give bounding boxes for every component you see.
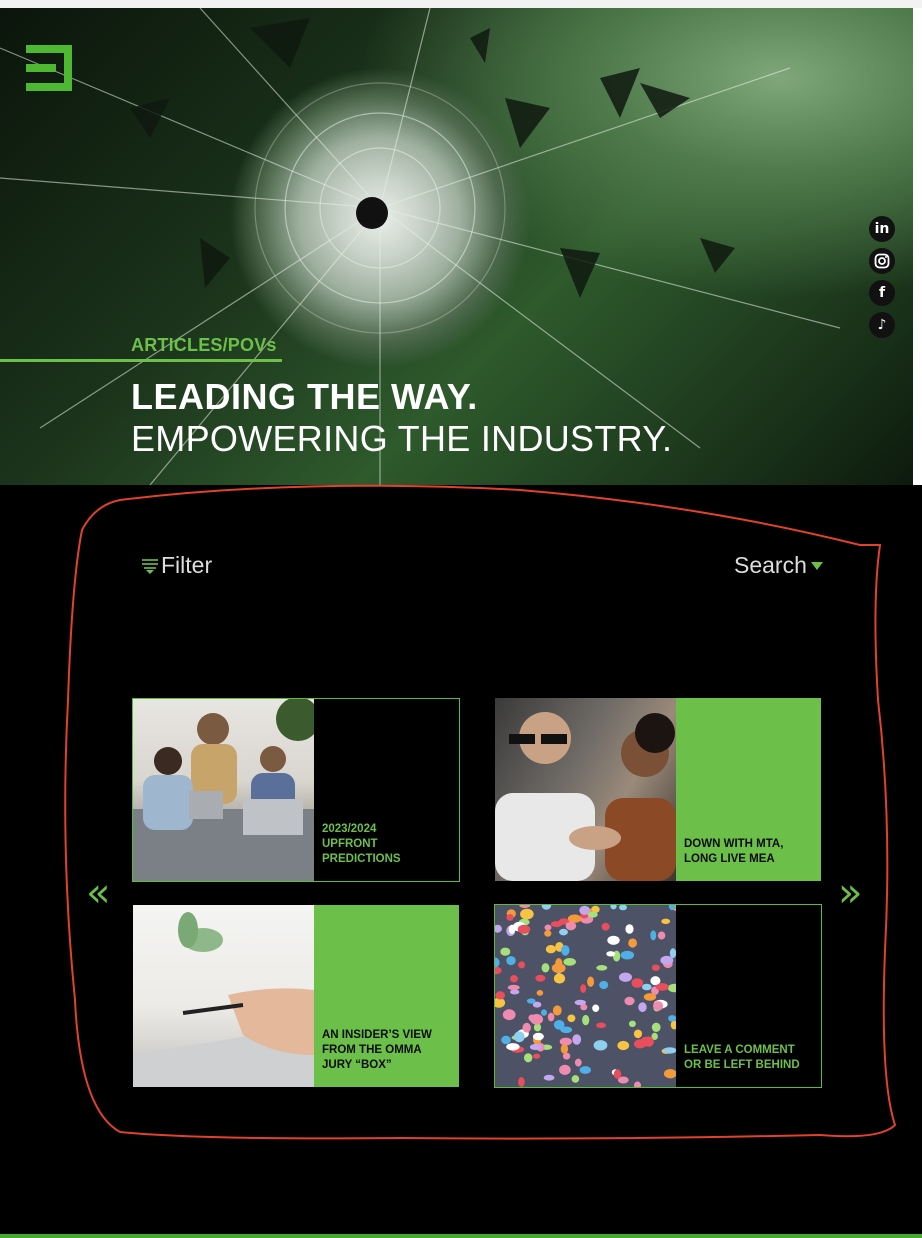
search-dropdown[interactable]: Search (734, 552, 823, 579)
next-arrow-icon[interactable]: » (838, 870, 862, 916)
brand-logo[interactable] (26, 45, 72, 91)
filter-button[interactable]: Filter (141, 552, 212, 579)
hero-banner: in f ♪ ARTICLES/POVs LEADING THE WAY. EM… (0, 8, 913, 485)
article-card[interactable]: 2023/2024 UPFRONT PREDICTIONS (132, 698, 460, 882)
top-strip (0, 0, 922, 8)
category-underline (0, 359, 282, 362)
article-thumbnail (133, 905, 314, 1087)
article-card[interactable]: AN INSIDER’S VIEW FROM THE OMMA JURY “BOX” (133, 905, 459, 1087)
hero-headline-primary: LEADING THE WAY. (131, 376, 478, 417)
article-title: LEAVE A COMMENT OR BE LEFT BEHIND (684, 1044, 800, 1071)
hero-headline-secondary: EMPOWERING THE INDUSTRY. (131, 418, 673, 459)
article-thumbnail (495, 698, 676, 881)
article-title: DOWN WITH MTA, LONG LIVE MEA (684, 838, 784, 865)
category-label: ARTICLES/POVs (131, 335, 277, 355)
article-title: 2023/2024 UPFRONT PREDICTIONS (322, 823, 401, 865)
article-card[interactable]: LEAVE A COMMENT OR BE LEFT BEHIND (494, 904, 822, 1088)
tiktok-icon[interactable]: ♪ (869, 312, 895, 338)
filter-label: Filter (161, 552, 213, 578)
article-thumbnail (133, 699, 314, 881)
instagram-icon[interactable] (869, 248, 895, 274)
facebook-icon[interactable]: f (869, 280, 895, 306)
article-title: AN INSIDER’S VIEW FROM THE OMMA JURY “BOX” (322, 1029, 432, 1071)
page-edge (913, 8, 922, 485)
social-links: in f ♪ (869, 216, 895, 344)
previous-arrow-icon[interactable]: « (86, 870, 110, 916)
article-card[interactable]: DOWN WITH MTA, LONG LIVE MEA (495, 698, 821, 881)
article-thumbnail (495, 905, 676, 1087)
linkedin-icon[interactable]: in (869, 216, 895, 242)
caret-down-icon (810, 561, 823, 570)
search-label: Search (734, 552, 807, 578)
filter-icon (142, 558, 158, 574)
footer-rule (0, 1234, 922, 1238)
